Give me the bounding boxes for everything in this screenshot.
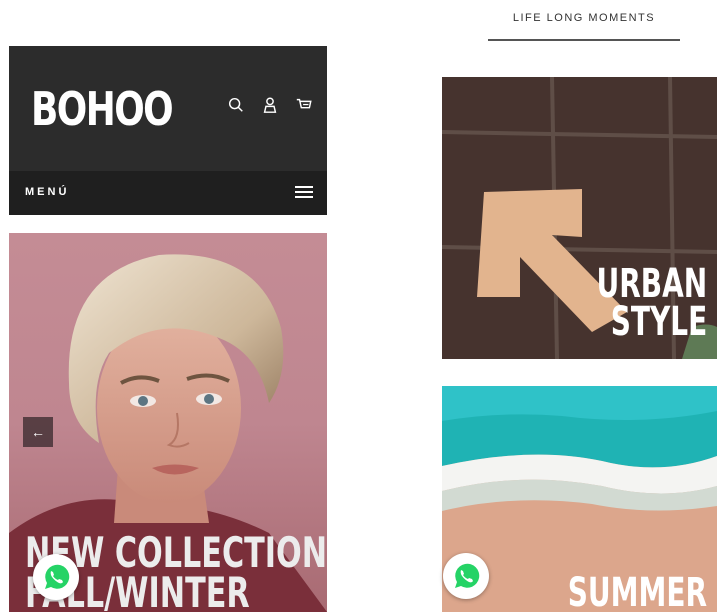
menu-bar[interactable]: MENÚ	[9, 171, 327, 215]
urban-style-caption: URBAN STYLE	[596, 261, 707, 345]
left-phone-screen: BOHOO MENÚ ← NEW COLLECTION FALL/WINTER	[9, 46, 327, 612]
hamburger-icon[interactable]	[295, 185, 313, 199]
arrow-left-icon: ←	[31, 424, 45, 440]
site-header: BOHOO	[9, 46, 327, 171]
user-icon[interactable]	[261, 96, 279, 114]
summer-caption-line1: SUMMER	[567, 570, 707, 612]
section-title: LIFE LONG MOMENTS	[512, 12, 656, 24]
header-icons	[227, 96, 313, 114]
urban-caption-line1: URBAN	[596, 261, 707, 307]
urban-style-card[interactable]: URBAN STYLE	[442, 77, 717, 359]
site-logo[interactable]: BOHOO	[31, 82, 174, 136]
whatsapp-icon	[455, 563, 480, 588]
whatsapp-button-right[interactable]	[443, 553, 489, 599]
menu-label: MENÚ	[25, 186, 70, 198]
prev-slide-button[interactable]: ←	[23, 417, 53, 447]
urban-caption-line2: STYLE	[610, 299, 707, 345]
whatsapp-button[interactable]	[33, 554, 79, 600]
whatsapp-icon	[45, 564, 70, 589]
section-title-underline	[488, 39, 680, 41]
search-icon[interactable]	[227, 96, 245, 114]
summer-caption: SUMMER	[567, 570, 707, 612]
cart-icon[interactable]	[295, 96, 313, 114]
